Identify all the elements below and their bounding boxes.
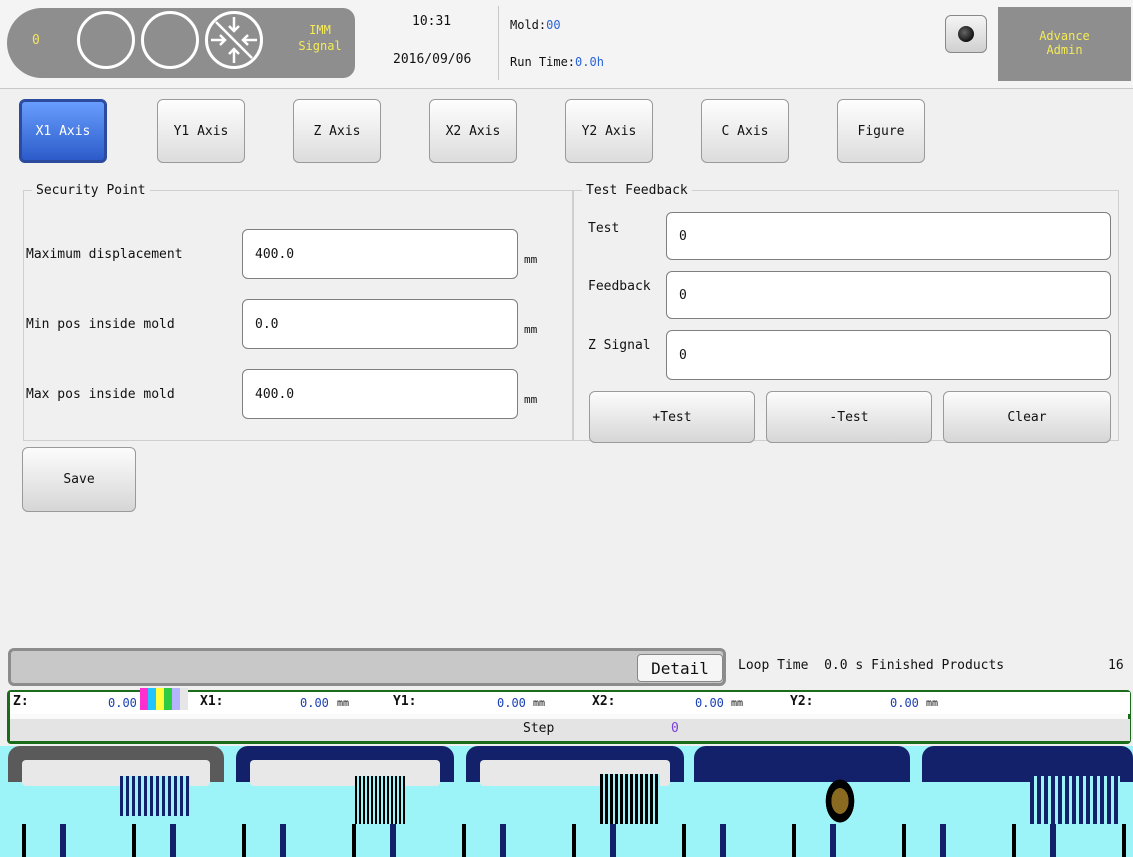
max-displacement-label: Maximum displacement xyxy=(26,247,183,262)
nav-button-manual[interactable] xyxy=(8,746,224,786)
y1-position-value: 0.00 xyxy=(497,696,526,710)
nav-button-settings[interactable] xyxy=(694,746,910,782)
bottom-navigation xyxy=(0,746,1133,857)
mold-label: Mold: xyxy=(510,18,547,32)
user-level: Advance xyxy=(1039,29,1090,43)
security-point-title: Security Point xyxy=(36,183,146,198)
max-displacement-input[interactable]: 400.0 xyxy=(242,229,518,279)
user-panel[interactable]: Advance Admin xyxy=(998,7,1131,81)
z-position-value: 0.00 xyxy=(108,696,137,710)
camera-icon xyxy=(958,26,974,42)
min-pos-label: Min pos inside mold xyxy=(26,317,175,332)
runtime-indicator: Run Time:0.0h xyxy=(510,55,604,69)
test-value-field[interactable]: 0 xyxy=(666,212,1111,260)
render-artifact xyxy=(600,774,660,824)
detail-button[interactable]: Detail xyxy=(637,654,723,682)
z-position-label: Z: xyxy=(13,694,29,709)
loop-time-value: 0.0 s xyxy=(824,658,864,673)
loop-time-readout: Loop Time 0.0 s Finished Products xyxy=(738,658,1004,673)
z-signal-value-field[interactable]: 0 xyxy=(666,330,1111,380)
tab-x2-axis[interactable]: X2 Axis xyxy=(429,99,517,163)
mold-indicator: Mold:00 xyxy=(510,18,561,32)
min-pos-input[interactable]: 0.0 xyxy=(242,299,518,349)
signal-lamp-1-icon xyxy=(77,11,135,69)
min-pos-unit: mm xyxy=(524,323,538,336)
imm-signal-label: IMM Signal xyxy=(290,22,350,54)
corrupted-pixels xyxy=(140,688,188,710)
test-feedback-title: Test Feedback xyxy=(586,183,688,198)
nav-button-auto[interactable] xyxy=(236,746,454,786)
y2-position-value: 0.00 xyxy=(890,696,919,710)
y1-position-label: Y1: xyxy=(393,694,417,709)
alarm-message-bar xyxy=(8,648,726,686)
tab-x1-axis[interactable]: X1 Axis xyxy=(19,99,107,163)
max-pos-label: Max pos inside mold xyxy=(26,387,175,402)
feedback-label: Feedback xyxy=(588,279,651,294)
finished-products-value: 16 xyxy=(1108,658,1124,673)
mold-value: 00 xyxy=(546,18,561,32)
mold-clamp-icon xyxy=(205,11,263,69)
header-divider xyxy=(498,6,499,80)
z-signal-label: Z Signal xyxy=(588,338,651,353)
x1-position-label: X1: xyxy=(200,694,224,709)
render-artifact xyxy=(820,771,860,831)
clear-button[interactable]: Clear xyxy=(943,391,1111,443)
x2-position-value: 0.00 xyxy=(695,696,724,710)
finished-products-label: Finished Products xyxy=(871,658,1005,673)
clock-date: 2016/09/06 xyxy=(393,52,472,67)
imm-signal-line-2: Signal xyxy=(298,39,342,53)
tab-y2-axis[interactable]: Y2 Axis xyxy=(565,99,653,163)
x2-position-unit: mm xyxy=(731,698,744,709)
render-artifact xyxy=(0,824,1133,857)
runtime-value: 0.0h xyxy=(575,55,604,69)
max-pos-unit: mm xyxy=(524,393,538,406)
x1-position-unit: mm xyxy=(337,698,350,709)
loop-time-label: Loop Time xyxy=(738,658,809,673)
clock-time: 10:31 xyxy=(412,14,452,29)
max-displacement-unit: mm xyxy=(524,253,538,266)
plus-test-button[interactable]: +Test xyxy=(589,391,755,443)
step-value: 0 xyxy=(671,721,679,736)
max-pos-input[interactable]: 400.0 xyxy=(242,369,518,419)
render-artifact xyxy=(120,776,190,816)
imm-signal-line-1: IMM xyxy=(309,23,331,37)
runtime-label: Run Time: xyxy=(510,55,576,69)
feedback-value-field[interactable]: 0 xyxy=(666,271,1111,319)
cycle-counter: 0 xyxy=(32,33,40,48)
save-button[interactable]: Save xyxy=(22,447,136,512)
test-label: Test xyxy=(588,221,620,236)
nav-button-face xyxy=(250,760,440,786)
x1-position-value: 0.00 xyxy=(300,696,329,710)
tab-c-axis[interactable]: C Axis xyxy=(701,99,789,163)
screenshot-camera-button[interactable] xyxy=(945,15,987,53)
tab-z-axis[interactable]: Z Axis xyxy=(293,99,381,163)
tab-figure[interactable]: Figure xyxy=(837,99,925,163)
step-row xyxy=(10,719,1130,741)
render-artifact xyxy=(1030,776,1120,826)
x2-position-label: X2: xyxy=(592,694,616,709)
tab-y1-axis[interactable]: Y1 Axis xyxy=(157,99,245,163)
y2-position-unit: mm xyxy=(926,698,939,709)
y1-position-unit: mm xyxy=(533,698,546,709)
minus-test-button[interactable]: -Test xyxy=(766,391,932,443)
user-name: Admin xyxy=(1046,43,1083,57)
step-label: Step xyxy=(523,721,555,736)
y2-position-label: Y2: xyxy=(790,694,814,709)
signal-lamp-2-icon xyxy=(141,11,199,69)
